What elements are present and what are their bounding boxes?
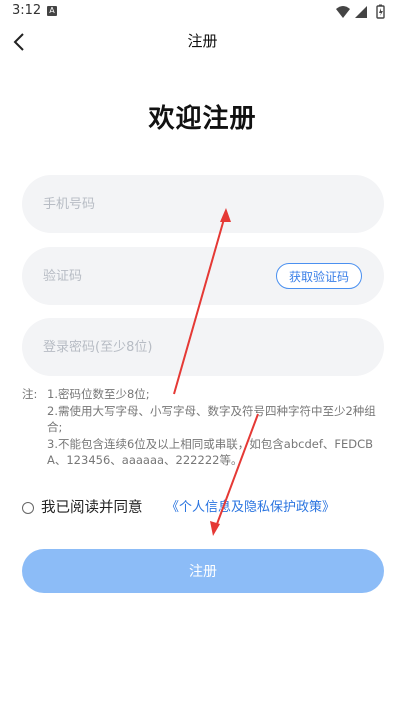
password-field (22, 318, 384, 376)
get-code-button[interactable]: 获取验证码 (276, 263, 362, 289)
note-line: 2.需使用大写字母、小写字母、数字及符号四种字符中至少2种组合; (47, 403, 376, 435)
signal-icon (355, 6, 367, 18)
wifi-icon (336, 6, 350, 18)
note-lines: 1.密码位数至少8位; 2.需使用大写字母、小写字母、数字及符号四种字符中至少2… (47, 386, 387, 469)
page-heading: 欢迎注册 (148, 104, 257, 134)
agreement-radio[interactable] (22, 502, 34, 514)
battery-charging-icon (376, 4, 385, 19)
register-button[interactable]: 注册 (22, 549, 384, 593)
note-line: 1.密码位数至少8位; (47, 387, 150, 401)
phone-input[interactable] (43, 175, 283, 233)
status-icons (336, 4, 385, 19)
status-bar: 3:12 A (0, 0, 405, 24)
verification-code-field: 获取验证码 (22, 247, 384, 305)
app-notification-icon: A (47, 6, 57, 16)
verification-code-input[interactable] (43, 247, 243, 305)
note-line: 3.不能包含连续6位及以上相同或串联，如包含abcdef、FEDCBA、1234… (47, 436, 374, 468)
header-title: 注册 (187, 32, 218, 50)
header: 注册 (0, 24, 405, 60)
status-time: 3:12 (12, 3, 42, 18)
agreement-row: 我已阅读并同意 《个人信息及隐私保护政策》 (22, 498, 392, 518)
phone-field (22, 175, 384, 233)
agreement-text: 我已阅读并同意 (41, 500, 143, 516)
password-input[interactable] (43, 318, 283, 376)
note-label: 注: (22, 387, 38, 401)
privacy-policy-link[interactable]: 《个人信息及隐私保护政策》 (166, 499, 335, 517)
